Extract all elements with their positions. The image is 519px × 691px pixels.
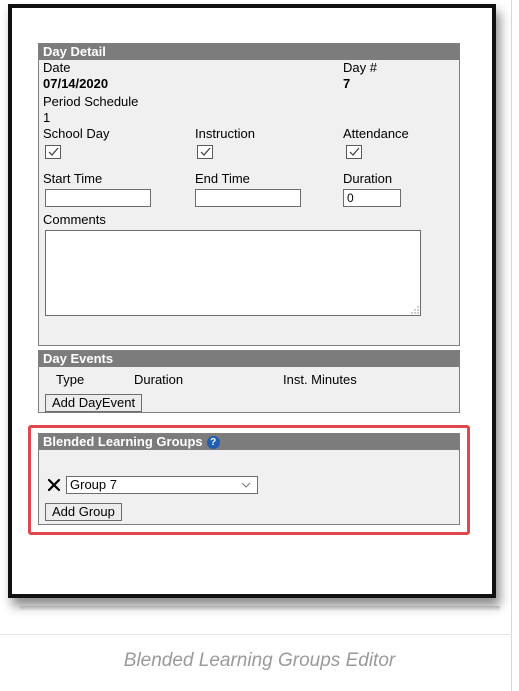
instruction-checkbox[interactable] (197, 145, 213, 159)
end-time-input[interactable] (195, 189, 301, 207)
duration-input[interactable] (343, 189, 401, 207)
comments-textarea[interactable] (45, 230, 421, 316)
school-day-label: School Day (43, 126, 110, 141)
checkmark-icon (48, 147, 59, 156)
duration-label: Duration (343, 171, 393, 186)
period-schedule-value: 1 (43, 110, 51, 125)
checkmark-icon (200, 147, 211, 156)
column-inst-minutes: Inst. Minutes (283, 372, 357, 387)
attendance-label: Attendance (343, 126, 409, 141)
date-label: Date (43, 60, 71, 75)
comments-label: Comments (43, 212, 106, 227)
period-schedule-label: Period Schedule (43, 94, 139, 109)
attendance-checkbox[interactable] (346, 145, 362, 159)
column-duration: Duration (134, 372, 184, 387)
day-events-panel: Day Events Type Duration Inst. Minutes A… (38, 350, 460, 413)
day-detail-title: Day Detail (39, 44, 459, 60)
frame-shadow (20, 606, 500, 612)
checkmark-icon (349, 147, 360, 156)
end-time-label: End Time (195, 171, 250, 186)
right-divider (511, 0, 512, 691)
day-events-title: Day Events (39, 351, 459, 367)
start-time-input[interactable] (45, 189, 151, 207)
image-caption: Blended Learning Groups Editor (123, 650, 396, 671)
add-day-event-button[interactable]: Add DayEvent (45, 394, 143, 412)
school-day-checkbox[interactable] (45, 145, 61, 159)
instruction-label: Instruction (195, 126, 255, 141)
column-type: Type (56, 372, 85, 387)
day-number-label: Day # (343, 60, 377, 75)
day-detail-panel: Day Detail Date 07/14/2020 Day # 7 Perio… (38, 43, 460, 346)
date-value: 07/14/2020 (43, 76, 109, 91)
bottom-divider (0, 634, 512, 635)
start-time-label: Start Time (43, 171, 103, 186)
resize-grip-icon[interactable] (411, 306, 419, 314)
day-number-value: 7 (343, 76, 351, 91)
highlight-box (28, 425, 470, 535)
